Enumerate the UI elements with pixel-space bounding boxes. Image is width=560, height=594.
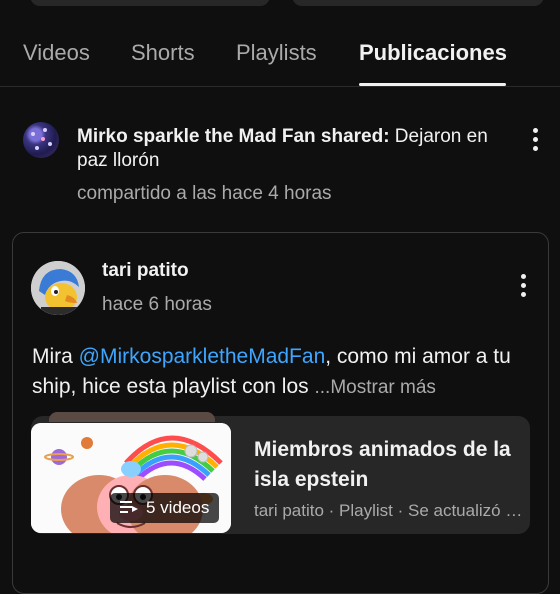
playlist-stack-edge	[49, 412, 215, 422]
playlist-thumbnail[interactable]: 5 videos	[31, 423, 231, 533]
shared-post-text: Mirko sparkle the Mad Fan shared: Dejaro…	[77, 125, 497, 173]
video-count-badge: 5 videos	[110, 493, 220, 524]
tab-shorts[interactable]: Shorts	[131, 40, 195, 66]
post-timestamp: hace 6 horas	[102, 294, 212, 315]
playlist-card[interactable]: 5 videos Miembros animados de la isla ep…	[31, 412, 530, 534]
more-options-icon[interactable]	[520, 274, 526, 300]
show-more-button[interactable]: ...Mostrar más	[314, 377, 435, 398]
post-text: Mira @MirkosparkletheMadFan, como mi amo…	[32, 342, 532, 403]
more-options-icon[interactable]	[532, 128, 538, 154]
shared-post-timestamp: compartido a las hace 4 horas	[77, 183, 332, 204]
tab-publicaciones[interactable]: Publicaciones	[359, 40, 507, 66]
playlist-title[interactable]: Miembros animados de la isla epstein	[254, 435, 529, 495]
tab-playlists[interactable]: Playlists	[236, 40, 317, 66]
mention-link[interactable]: @MirkosparkletheMadFan	[79, 345, 326, 368]
channel-tabs: Videos Shorts Playlists Publicaciones	[0, 28, 560, 87]
shared-post-author[interactable]: Mirko sparkle the Mad Fan shared:	[77, 126, 390, 147]
playlist-meta: tari patito · Playlist · Se actualizó ha…	[254, 501, 527, 520]
playlist-icon	[120, 494, 138, 524]
post-author[interactable]: tari patito	[102, 260, 189, 282]
active-tab-indicator	[359, 83, 506, 86]
tab-videos[interactable]: Videos	[23, 40, 90, 66]
post-text-start: Mira	[32, 345, 79, 368]
avatar[interactable]	[23, 122, 59, 158]
top-chip-left[interactable]	[30, 0, 270, 6]
post-card: tari patito hace 6 horas Mira @Mirkospar…	[12, 232, 549, 594]
top-chip-right[interactable]	[292, 0, 544, 6]
avatar[interactable]	[31, 261, 85, 315]
video-count: 5 videos	[146, 498, 210, 517]
